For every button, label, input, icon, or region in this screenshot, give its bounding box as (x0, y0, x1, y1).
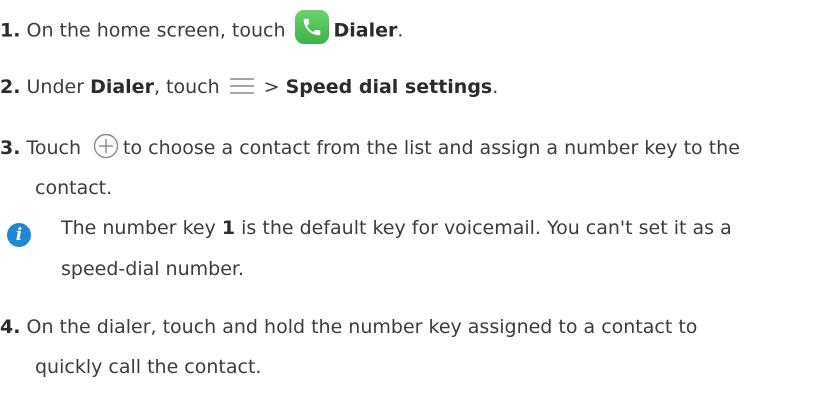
step-text: to choose a contact from the list and as… (123, 137, 740, 159)
dialer-app-icon (294, 10, 329, 44)
number-key-1: 1 (221, 217, 236, 239)
step-1: 1. On the home screen, touch Dialer. (0, 10, 404, 44)
menu-icon (229, 76, 255, 96)
step-punctuation: . (492, 76, 499, 98)
step-text: , touch (153, 76, 220, 98)
note-text: The number key (61, 217, 222, 239)
dialer-label: Dialer (333, 19, 398, 42)
step-2: 2. Under Dialer, touch > Speed dial setti… (0, 76, 498, 98)
step-number: 3. (0, 137, 21, 159)
info-icon: i (7, 223, 31, 247)
step-4-line-1: 4. On the dialer, touch and hold the num… (0, 316, 697, 338)
step-3-line-2: contact. (35, 177, 113, 199)
step-text: Under (26, 76, 91, 98)
step-number: 4. (0, 316, 21, 338)
step-4-line-2: quickly call the contact. (35, 356, 262, 378)
note-line-2: speed-dial number. (61, 258, 245, 280)
dialer-label: Dialer (90, 76, 154, 98)
step-text: Touch (26, 137, 82, 159)
step-text: On the dialer, touch and hold the number… (26, 316, 698, 338)
info-icon-glyph: i (15, 225, 23, 245)
step-number: 1. (0, 19, 21, 42)
step-3-line-1: 3. Touch to choose a contact from the lis… (0, 133, 740, 159)
step-number: 2. (0, 76, 21, 98)
step-punctuation: . (397, 19, 404, 42)
add-circle-icon (93, 133, 119, 159)
note-text: is the default key for voicemail. You ca… (235, 217, 732, 239)
note-line-1: The number key 1 is the default key for … (61, 217, 732, 239)
greater-than-sign: > (263, 76, 280, 98)
speed-dial-settings-label: Speed dial settings (285, 76, 493, 98)
step-text: On the home screen, touch (26, 19, 286, 42)
